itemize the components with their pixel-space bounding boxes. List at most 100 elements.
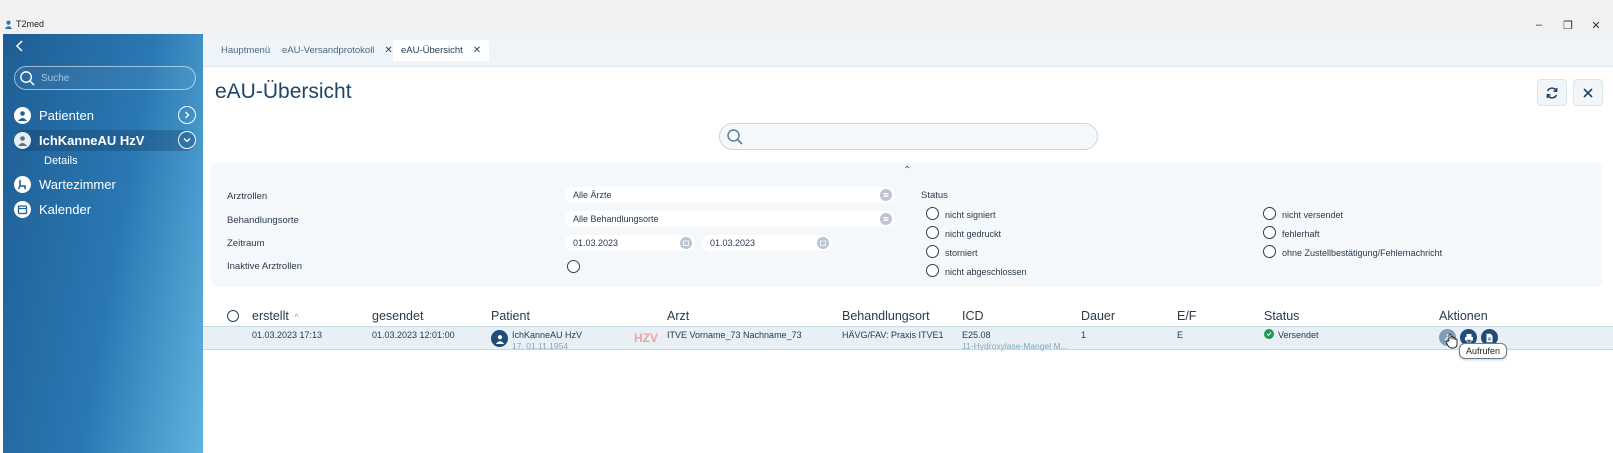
arztrollen-value: Alle Ärzte (573, 190, 612, 200)
behandlungsorte-label: Behandlungsorte (227, 215, 299, 226)
sidebar-item-kalender[interactable]: Kalender (14, 199, 196, 220)
tab-eau-versandprotokoll[interactable]: eAU-Versandprotokoll ✕ (274, 40, 401, 61)
column-header-icd[interactable]: ICD (962, 309, 984, 323)
status-sent-icon (1264, 329, 1274, 339)
refresh-icon (1546, 86, 1558, 99)
tab-label: eAU-Übersicht (401, 45, 463, 56)
tab-label: Hauptmenü (221, 45, 271, 56)
column-header-erstellt[interactable]: erstellt ^ (252, 309, 299, 323)
status-option-radio[interactable] (1263, 226, 1276, 239)
status-filter-label: Status (921, 190, 948, 201)
zeitraum-from-field[interactable]: 01.03.2023 (565, 235, 695, 251)
cell-gesendet: 01.03.2023 12:01:00 (372, 330, 455, 340)
main-search[interactable] (719, 123, 1098, 150)
arztrollen-label: Arztrollen (227, 191, 268, 202)
tab-bar: Hauptmenü eAU-Versandprotokoll ✕ eAU-Übe… (203, 34, 1613, 67)
back-arrow-icon[interactable] (13, 39, 27, 53)
close-window-button[interactable]: ✕ (1589, 18, 1603, 32)
sidebar-item-label: Wartezimmer (39, 177, 116, 192)
column-header-dauer[interactable]: Dauer (1081, 309, 1115, 323)
inaktive-arztrollen-label: Inaktive Arztrollen (227, 261, 302, 272)
sort-asc-icon: ^ (294, 312, 299, 322)
sidebar-item-label: Kalender (39, 202, 92, 217)
chevron-right-icon[interactable] (178, 106, 196, 124)
close-view-button[interactable] (1573, 79, 1603, 106)
cell-icd-sub: 11-Hydroxylase-Mangel M... (962, 341, 1068, 351)
cell-icd: E25.08 (962, 330, 991, 340)
tab-label: eAU-Versandprotokoll (282, 45, 375, 56)
window-titlebar: T2med – ❐ ✕ (0, 0, 1613, 34)
column-header-behandlungsort[interactable]: Behandlungsort (842, 309, 930, 323)
status-option-label: nicht gedruckt (945, 229, 1002, 239)
status-option-label: fehlerhaft (1282, 229, 1320, 239)
app-title: T2med (4, 19, 44, 29)
cell-patient-name: IchKanneAU HzV (512, 330, 583, 340)
sidebar-item-details[interactable]: Details (44, 155, 78, 167)
cell-behandlungsort: HÄVG/FAV: Praxis ITVE1 (842, 330, 944, 340)
sidebar-item-patienten[interactable]: Patienten (14, 105, 196, 126)
close-tab-icon[interactable]: ✕ (473, 45, 481, 56)
tab-eau-uebersicht[interactable]: eAU-Übersicht ✕ (393, 40, 490, 61)
sidebar-item-current-patient[interactable]: IchKanneAU HzV (14, 130, 196, 151)
collapse-filter-icon[interactable]: ⌃ (903, 165, 911, 176)
status-option-radio[interactable] (1263, 245, 1276, 258)
document-icon (1486, 333, 1493, 342)
waiting-room-icon (14, 176, 31, 193)
app-logo-icon (4, 20, 13, 29)
main-search-input[interactable] (750, 130, 1080, 143)
calendar-picker-icon[interactable] (817, 237, 829, 249)
status-option-radio[interactable] (926, 207, 939, 220)
column-header-label: erstellt (252, 309, 289, 323)
restore-button[interactable]: ❐ (1561, 18, 1575, 32)
zeitraum-to-value: 01.03.2023 (710, 238, 756, 248)
hand-cursor-icon (1445, 333, 1458, 349)
select-all-radio[interactable] (227, 310, 239, 322)
search-icon (727, 128, 743, 145)
cell-arzt: ITVE Vorname_73 Nachname_73 (667, 330, 802, 340)
cell-status: Versendet (1278, 330, 1319, 340)
zeitraum-label: Zeitraum (227, 238, 265, 249)
patient-avatar-icon (14, 132, 31, 149)
column-header-ef[interactable]: E/F (1177, 309, 1196, 323)
sidebar-search[interactable] (14, 66, 196, 90)
status-option-radio[interactable] (1263, 207, 1276, 220)
dropdown-icon (880, 189, 892, 201)
sidebar-item-wartezimmer[interactable]: Wartezimmer (14, 174, 196, 195)
calendar-picker-icon[interactable] (680, 237, 692, 249)
behandlungsorte-select[interactable]: Alle Behandlungsorte (565, 211, 895, 227)
column-header-arzt[interactable]: Arzt (667, 309, 689, 323)
status-option-label: storniert (945, 248, 978, 258)
printer-icon (1464, 333, 1473, 342)
column-header-patient[interactable]: Patient (491, 309, 530, 323)
cell-dauer: 1 (1081, 330, 1087, 340)
patient-avatar-icon (491, 330, 508, 347)
chevron-down-icon[interactable] (178, 131, 196, 149)
behandlungsorte-value: Alle Behandlungsorte (573, 214, 659, 224)
app-title-text: T2med (16, 19, 45, 29)
arztrollen-select[interactable]: Alle Ärzte (565, 187, 895, 203)
status-option-label: ohne Zustellbestätigung/Fehlernachricht (1282, 248, 1443, 258)
close-icon (1583, 87, 1593, 98)
calendar-icon (14, 201, 31, 218)
zeitraum-to-field[interactable]: 01.03.2023 (702, 235, 832, 251)
minimize-button[interactable]: – (1532, 18, 1546, 32)
status-option-radio[interactable] (926, 226, 939, 239)
dropdown-icon (880, 213, 892, 225)
sidebar-item-label: Patienten (39, 108, 94, 123)
cell-erstellt: 01.03.2023 17:13 (252, 330, 323, 340)
column-header-status[interactable]: Status (1264, 309, 1299, 323)
page-title: eAU-Übersicht (215, 80, 352, 103)
inaktive-arztrollen-toggle[interactable] (567, 260, 580, 273)
tab-hauptmenu[interactable]: Hauptmenü (213, 40, 278, 61)
close-tab-icon[interactable]: ✕ (384, 45, 392, 56)
sidebar-search-input[interactable] (41, 72, 191, 84)
search-icon (20, 70, 35, 86)
status-option-radio[interactable] (926, 264, 939, 277)
cell-patient-sub: 17, 01.11.1954 (512, 341, 569, 351)
cell-ef: E (1177, 330, 1184, 340)
column-header-gesendet[interactable]: gesendet (372, 309, 423, 323)
refresh-button[interactable] (1537, 79, 1567, 106)
sidebar: Patienten IchKanneAU HzV Details Wartezi… (3, 34, 203, 453)
status-option-label: nicht abgeschlossen (945, 267, 1027, 277)
status-option-radio[interactable] (926, 245, 939, 258)
